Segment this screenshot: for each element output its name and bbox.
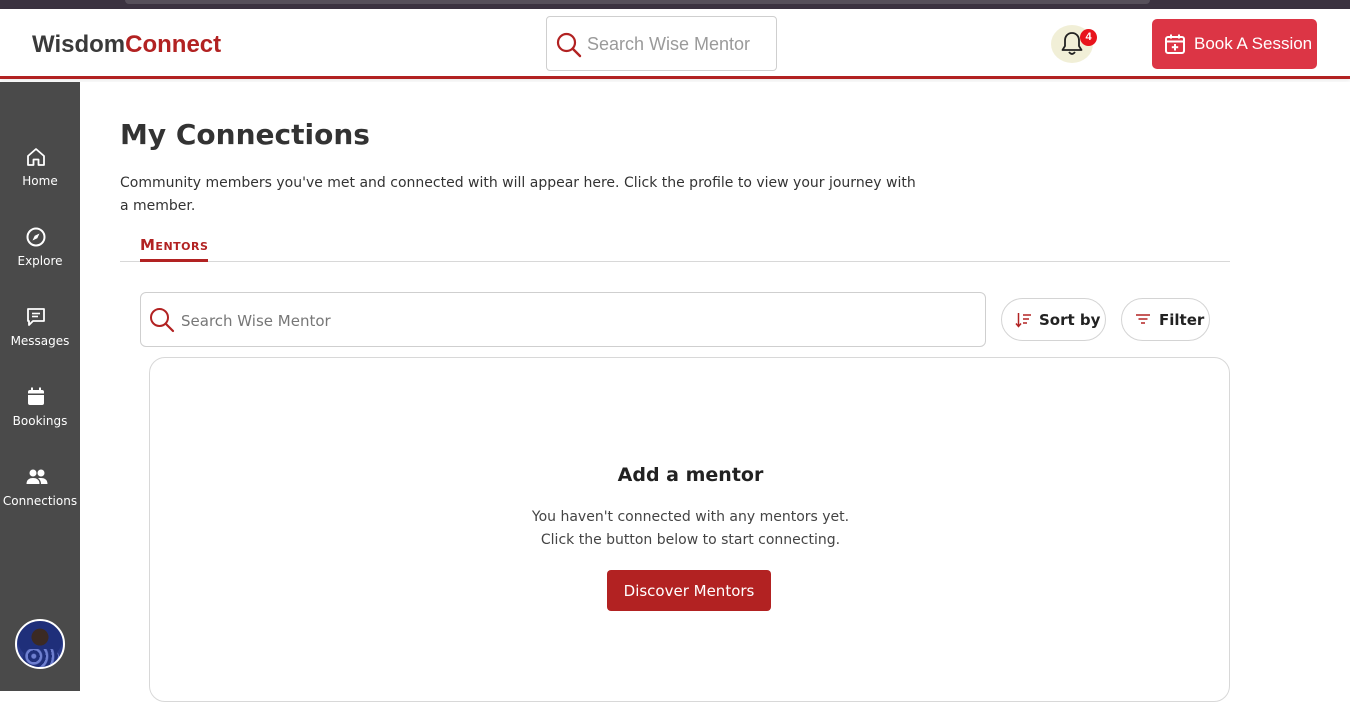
empty-state-line-2: Click the button below to start connecti…	[540, 532, 841, 548]
message-icon	[27, 308, 45, 326]
sidebar-label-explore: Explore	[17, 254, 63, 268]
empty-state-line-1: You haven't connected with any mentors y…	[531, 509, 850, 525]
app-logo[interactable]: WisdomConnect	[32, 31, 221, 59]
sidebar-label-messages: Messages	[10, 334, 70, 348]
header-search-input[interactable]	[587, 29, 767, 59]
calendar-plus-icon	[1165, 34, 1185, 54]
app-header: WisdomConnect 4 Book A Session	[0, 9, 1350, 79]
filter-label: Filter	[1159, 311, 1205, 329]
sidebar-item-connections[interactable]: Connections	[0, 466, 80, 536]
logo-text-wisdom: Wisdom	[32, 31, 126, 58]
search-icon	[556, 32, 582, 58]
sidebar-label-connections: Connections	[2, 494, 78, 508]
browser-top-pill	[125, 0, 1150, 4]
main-content: My Connections Community members you've …	[80, 82, 1350, 702]
empty-state-message: You haven't connected with any mentors y…	[150, 506, 1231, 552]
notification-count-badge: 4	[1080, 29, 1097, 46]
sidebar-item-home[interactable]: Home	[0, 146, 80, 216]
sort-by-button[interactable]: Sort by	[1001, 298, 1106, 341]
sidebar-label-home: Home	[22, 174, 58, 188]
user-avatar[interactable]	[15, 619, 65, 669]
sidebar-label-bookings: Bookings	[12, 414, 68, 428]
filter-icon	[1136, 314, 1150, 324]
book-session-button[interactable]: Book A Session	[1152, 19, 1317, 69]
search-icon	[150, 308, 175, 333]
empty-state-card: Add a mentor You haven't connected with …	[149, 357, 1230, 702]
sidebar-item-messages[interactable]: Messages	[0, 306, 80, 376]
home-icon	[27, 148, 45, 166]
page-description: Community members you've met and connect…	[120, 175, 916, 214]
sort-icon	[1015, 313, 1031, 328]
avatar-shirt-pattern	[23, 649, 59, 667]
sidebar: Home Explore Messages Bookings Connectio…	[0, 82, 80, 691]
tab-bar: Mentors	[120, 234, 1230, 262]
people-icon	[26, 469, 48, 484]
filter-button[interactable]: Filter	[1121, 298, 1210, 341]
sidebar-item-bookings[interactable]: Bookings	[0, 386, 80, 456]
compass-icon	[26, 227, 46, 247]
book-session-label: Book A Session	[1194, 34, 1313, 53]
mentor-search-box[interactable]	[140, 292, 986, 347]
browser-top-strip	[0, 0, 1350, 9]
sidebar-item-explore[interactable]: Explore	[0, 226, 80, 296]
empty-state-title: Add a mentor	[617, 464, 764, 486]
header-search-box[interactable]	[546, 16, 777, 71]
discover-mentors-button[interactable]: Discover Mentors	[607, 570, 771, 611]
mentor-search-input[interactable]	[181, 307, 961, 335]
logo-text-connect: Connect	[125, 31, 222, 58]
sort-by-label: Sort by	[1039, 311, 1101, 329]
calendar-icon	[28, 387, 44, 405]
page-title: My Connections	[120, 118, 370, 151]
tab-mentors[interactable]: Mentors	[140, 236, 209, 262]
